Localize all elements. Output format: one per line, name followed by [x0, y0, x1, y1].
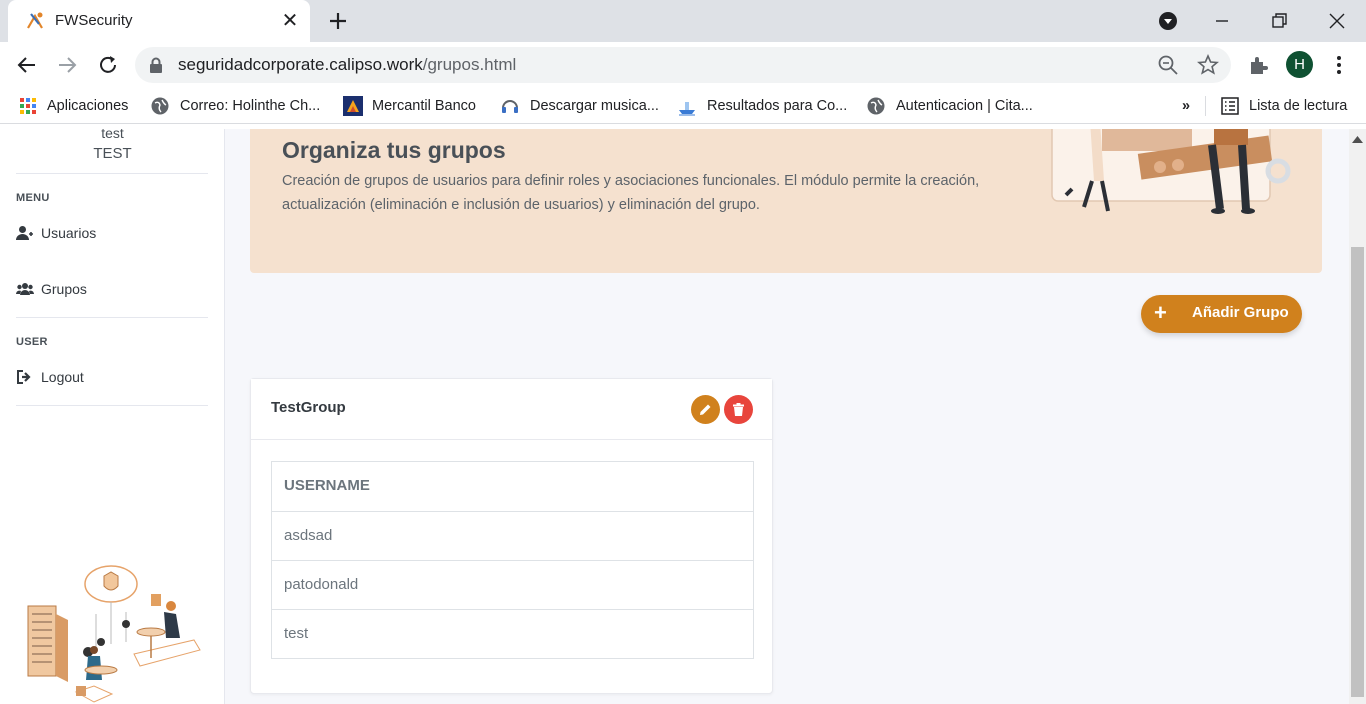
delete-group-button[interactable] — [724, 395, 753, 424]
user-heading: USER — [16, 336, 48, 348]
group-title: TestGroup — [271, 399, 346, 416]
menu-heading: MENU — [16, 192, 50, 204]
bank-icon — [343, 96, 363, 116]
profile-avatar[interactable]: H — [1286, 51, 1313, 78]
username-cell: asdsad — [284, 527, 333, 544]
page-scrollbar[interactable] — [1349, 129, 1366, 704]
bookmark-resultados[interactable]: Resultados para Co... — [707, 96, 847, 116]
zoom-out-icon[interactable] — [1157, 54, 1179, 76]
bookmark-autenticacion[interactable]: Autenticacion | Cita... — [896, 96, 1033, 116]
add-group-label: Añadir Grupo — [1192, 304, 1289, 321]
sidebar: test TEST MENU Usuarios Grupos USER Logo… — [0, 129, 225, 704]
fwsecurity-logo-icon — [27, 12, 43, 29]
pencil-icon — [700, 404, 711, 415]
lock-icon[interactable] — [149, 57, 163, 73]
globe-icon — [867, 97, 885, 115]
reading-list-icon[interactable] — [1220, 96, 1240, 116]
sidebar-item-usuarios[interactable]: Usuarios — [16, 221, 208, 245]
username-cell: test — [284, 625, 309, 642]
edit-group-button[interactable] — [691, 395, 720, 424]
music-icon — [502, 100, 518, 113]
add-group-button[interactable]: + Añadir Grupo — [1141, 295, 1302, 333]
reload-icon[interactable] — [96, 53, 120, 77]
back-icon[interactable] — [15, 53, 39, 77]
user-name-upper: TEST — [93, 145, 132, 162]
forward-icon[interactable] — [55, 53, 79, 77]
restore-icon[interactable] — [1267, 9, 1291, 33]
page-title: Organiza tus grupos — [282, 137, 506, 163]
intro-banner: Organiza tus grupos Creación de grupos d… — [250, 129, 1322, 273]
kebab-menu-icon[interactable] — [1327, 53, 1351, 77]
column-header-username: USERNAME — [284, 477, 370, 494]
tab-search-icon[interactable] — [1156, 9, 1180, 33]
scroll-up-arrow-icon[interactable] — [1352, 135, 1363, 143]
url-text[interactable]: seguridadcorporate.calipso.work/grupos.h… — [178, 55, 516, 75]
url-domain: seguridadcorporate.calipso.work — [178, 55, 423, 74]
group-card-header: TestGroup — [251, 379, 772, 440]
browser-toolbar: seguridadcorporate.calipso.work/grupos.h… — [0, 42, 1366, 88]
tab-title: FWSecurity — [55, 12, 133, 29]
table-row: patodonald — [272, 560, 753, 609]
url-path: /grupos.html — [422, 55, 517, 74]
page-viewport: test TEST MENU Usuarios Grupos USER Logo… — [0, 129, 1366, 704]
minimize-icon[interactable] — [1210, 9, 1234, 33]
scrollbar-thumb[interactable] — [1351, 247, 1364, 697]
bookmark-aplicaciones[interactable]: Aplicaciones — [47, 96, 128, 116]
bookmark-correo[interactable]: Correo: Holinthe Ch... — [180, 96, 320, 116]
table-header-row: USERNAME — [272, 462, 753, 511]
bookmarks-overflow-button[interactable]: » — [1182, 96, 1190, 116]
bookmark-descargar[interactable]: Descargar musica... — [530, 96, 659, 116]
sidebar-divider — [16, 173, 208, 174]
sidebar-item-label: Usuarios — [41, 225, 97, 241]
bookmarks-separator — [1205, 96, 1206, 116]
user-name-lower: test — [101, 129, 124, 141]
team-illustration — [1051, 129, 1291, 214]
table-row: test — [272, 609, 753, 658]
logout-icon — [17, 370, 31, 384]
sidebar-item-label: Grupos — [41, 281, 87, 297]
close-window-icon[interactable] — [1325, 9, 1349, 33]
sidebar-item-grupos[interactable]: Grupos — [16, 277, 208, 301]
ship-icon — [679, 102, 695, 116]
sidebar-divider — [16, 317, 208, 318]
members-table: USERNAME asdsad patodonald test — [271, 461, 754, 659]
new-tab-icon[interactable] — [326, 9, 350, 33]
sidebar-divider — [16, 405, 208, 406]
banner-description: Creación de grupos de usuarios para defi… — [282, 173, 980, 213]
table-row: asdsad — [272, 511, 753, 560]
globe-icon — [151, 97, 169, 115]
trash-icon — [733, 403, 744, 416]
browser-tab[interactable]: FWSecurity ✕ — [8, 0, 310, 42]
plus-icon: + — [1154, 300, 1167, 325]
user-icon — [16, 226, 33, 240]
bookmark-star-icon[interactable] — [1197, 54, 1219, 76]
sidebar-item-logout[interactable]: Logout — [16, 365, 208, 389]
security-illustration — [27, 565, 201, 703]
apps-grid-icon[interactable] — [18, 96, 38, 116]
tab-strip: FWSecurity ✕ — [0, 0, 1366, 42]
tab-close-icon[interactable]: ✕ — [280, 11, 300, 31]
bookmark-mercantil[interactable]: Mercantil Banco — [372, 96, 476, 116]
username-cell: patodonald — [284, 576, 359, 593]
address-bar[interactable]: seguridadcorporate.calipso.work/grupos.h… — [135, 47, 1231, 83]
bookmarks-bar: Aplicaciones Correo: Holinthe Ch... Merc… — [0, 88, 1366, 124]
users-group-icon — [16, 283, 34, 295]
sidebar-item-label: Logout — [41, 369, 84, 385]
extensions-icon[interactable] — [1247, 53, 1271, 77]
group-card: TestGroup USERNAME asdsad patodonald tes… — [250, 378, 773, 694]
reading-list-label[interactable]: Lista de lectura — [1249, 96, 1347, 116]
